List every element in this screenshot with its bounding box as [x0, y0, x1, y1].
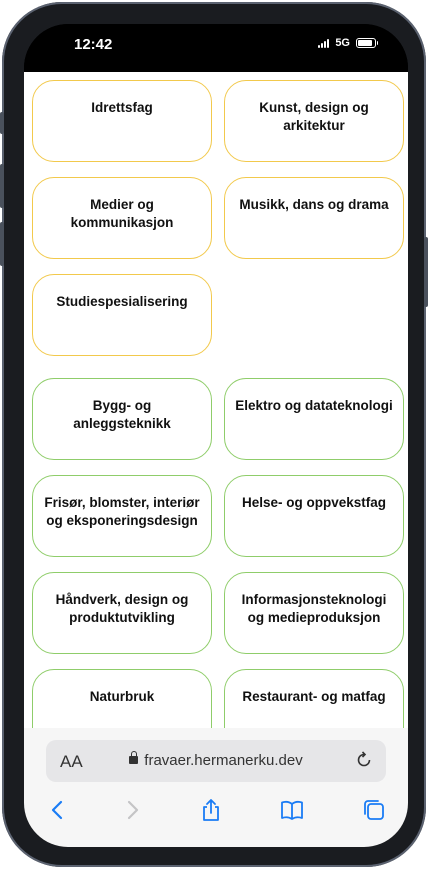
forward-icon[interactable] [120, 798, 144, 822]
reload-icon[interactable] [354, 750, 374, 770]
program-card[interactable]: Medier og kommunikasjon [32, 177, 212, 259]
program-card[interactable]: Kunst, design og arkitektur [224, 80, 404, 162]
bookmarks-icon[interactable] [280, 798, 304, 822]
power-button [424, 237, 428, 307]
program-card[interactable]: Studiespesialisering [32, 274, 212, 356]
status-time: 12:42 [74, 36, 113, 53]
program-card[interactable]: Informasjonsteknologi og medieproduksjon [224, 572, 404, 654]
program-card[interactable]: Frisør, blomster, interiør og eksponerin… [32, 475, 212, 557]
address-bar[interactable]: AA fravaer.hermanerku.dev [46, 740, 386, 782]
program-grid: Idrettsfag Kunst, design og arkitektur Med… [24, 72, 408, 728]
volume-down-button [0, 222, 4, 266]
phone-frame: 12:42 5G Idrettsfag Kunst, design og arki… [0, 2, 428, 867]
url-display[interactable]: fravaer.hermanerku.dev [46, 751, 386, 769]
program-card[interactable]: Musikk, dans og drama [224, 177, 404, 259]
url-text: fravaer.hermanerku.dev [144, 752, 303, 769]
screen: 12:42 5G Idrettsfag Kunst, design og arki… [24, 24, 408, 847]
battery-icon [356, 38, 378, 48]
program-card[interactable]: Naturbruk [32, 669, 212, 728]
tabs-icon[interactable] [362, 798, 386, 822]
browser-toolbar [24, 788, 408, 832]
program-card[interactable]: Restaurant- og matfag [224, 669, 404, 728]
program-card[interactable]: Håndverk, design og produktutvikling [32, 572, 212, 654]
safari-bottom-bar: AA fravaer.hermanerku.dev [24, 728, 408, 847]
share-icon[interactable] [199, 798, 223, 822]
back-icon[interactable] [46, 798, 70, 822]
program-card[interactable]: Elektro og datateknologi [224, 378, 404, 460]
mute-switch [0, 112, 4, 134]
program-card[interactable]: Bygg- og anleggsteknikk [32, 378, 212, 460]
network-label: 5G [335, 37, 350, 49]
program-card[interactable]: Idrettsfag [32, 80, 212, 162]
page-content[interactable]: Idrettsfag Kunst, design og arkitektur Med… [24, 72, 408, 728]
signal-icon [318, 38, 330, 48]
status-bar: 12:42 5G [24, 24, 408, 72]
volume-up-button [0, 164, 4, 208]
status-indicators: 5G [318, 37, 378, 49]
lock-icon [129, 751, 139, 765]
program-card[interactable]: Helse- og oppvekstfag [224, 475, 404, 557]
